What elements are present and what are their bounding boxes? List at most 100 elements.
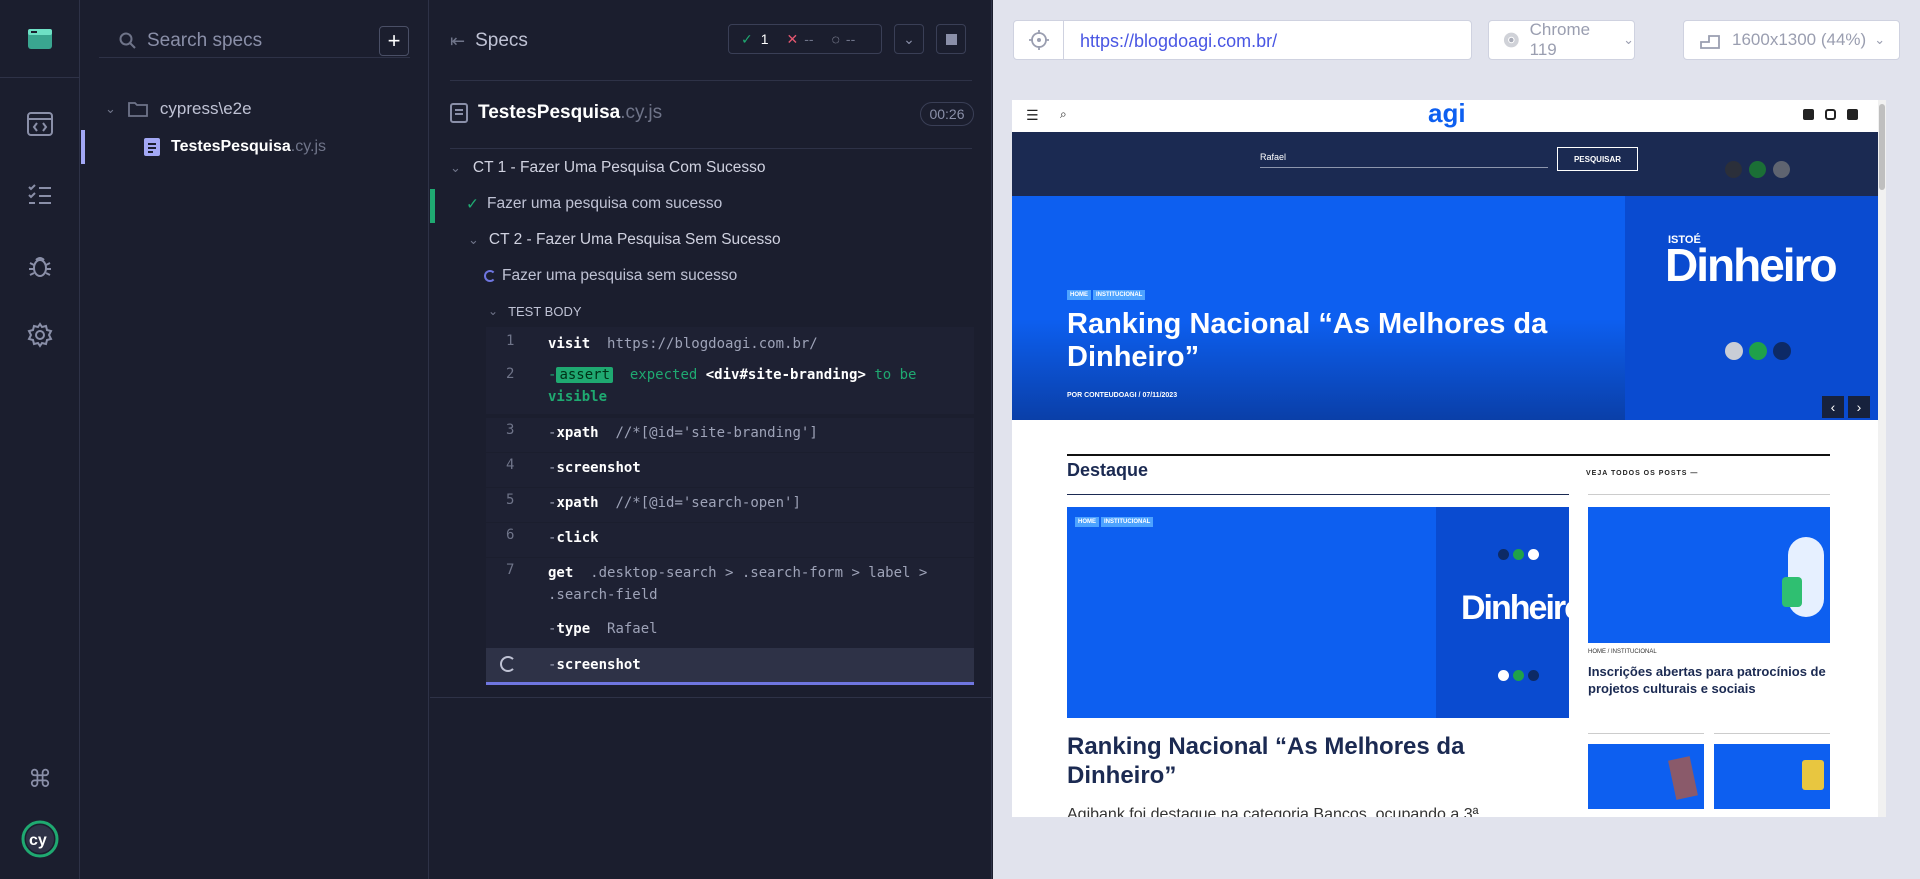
- card-tag[interactable]: HOME: [1075, 517, 1099, 527]
- command-arg: .desktop-search > .search-form > label >: [590, 565, 928, 581]
- command-name: screenshot: [556, 657, 641, 673]
- reporter-spec-title: TestesPesquisa.cy.js: [450, 102, 662, 124]
- scrollbar-thumb[interactable]: [1879, 104, 1885, 190]
- search-icon[interactable]: ⌕: [1060, 107, 1067, 122]
- prev-arrow-icon[interactable]: ‹: [1822, 396, 1844, 418]
- command-arg: https://blogdoagi.com.br/: [607, 336, 818, 352]
- site-search-input[interactable]: Rafael: [1260, 152, 1548, 168]
- command-arg: .search-field: [548, 587, 658, 603]
- site-header: ☰ ⌕ agi: [1012, 100, 1878, 132]
- command-arg: //*[@id='search-open']: [615, 495, 801, 511]
- command-row[interactable]: -type Rafael: [486, 614, 974, 648]
- test-body-label: TEST BODY: [508, 303, 582, 319]
- dot: [1725, 161, 1742, 178]
- loading-icon: [500, 656, 516, 672]
- main-nav: ⌘ cy: [0, 0, 80, 879]
- small-card-image[interactable]: [1714, 744, 1830, 809]
- search-bar: Rafael PESQUISAR: [1012, 132, 1878, 196]
- dot: [1513, 549, 1524, 560]
- search-input[interactable]: Search specs: [147, 30, 262, 52]
- command-row[interactable]: 7 get .desktop-search > .search-form > l…: [486, 558, 974, 614]
- illustration: [1802, 760, 1824, 790]
- command-row[interactable]: 3 -xpath //*[@id='site-branding']: [486, 418, 974, 452]
- suite-1[interactable]: ⌄ CT 1 - Fazer Uma Pesquisa Com Sucesso: [430, 153, 992, 183]
- aut-scrollbar[interactable]: [1878, 100, 1886, 817]
- site-search-button[interactable]: PESQUISAR: [1557, 147, 1638, 171]
- nav-settings-icon[interactable]: [0, 303, 80, 367]
- assert-badge: assert: [556, 367, 614, 383]
- passed-icon: ✓: [466, 195, 479, 213]
- illustration: [1668, 756, 1698, 800]
- dot: [1749, 342, 1767, 360]
- running-icon: [484, 270, 496, 282]
- test-1[interactable]: ✓ Fazer uma pesquisa com sucesso: [430, 189, 992, 223]
- folder-row[interactable]: ⌄ cypress\e2e: [105, 97, 252, 121]
- spec-search[interactable]: Search specs: [99, 22, 410, 58]
- command-name: visit: [548, 336, 591, 352]
- nav-debug-icon[interactable]: [0, 234, 80, 298]
- command-row-active[interactable]: -screenshot: [486, 648, 974, 685]
- cypress-logo[interactable]: cy: [0, 807, 80, 871]
- command-row[interactable]: 6 -click: [486, 523, 974, 557]
- facebook-icon[interactable]: [1803, 109, 1814, 120]
- illustration: [1782, 577, 1802, 607]
- hero-tag[interactable]: HOME: [1067, 290, 1091, 300]
- suite-1-title: CT 1 - Fazer Uma Pesquisa Com Sucesso: [472, 159, 766, 176]
- spec-file-name: TestesPesquisa.cy.js: [171, 138, 326, 156]
- instagram-icon[interactable]: [1825, 109, 1836, 120]
- hero-title[interactable]: Ranking Nacional “As Melhores da Dinheir…: [1067, 308, 1567, 374]
- featured-card-image[interactable]: Dinheiro HOME INSTITUCIONAL: [1067, 507, 1585, 718]
- url-text[interactable]: https://blogdoagi.com.br/: [1080, 31, 1277, 52]
- site-logo[interactable]: agi: [1428, 100, 1466, 129]
- side-card-image[interactable]: [1588, 507, 1830, 643]
- divider: [1067, 494, 1569, 495]
- suite-2[interactable]: ⌄ CT 2 - Fazer Uma Pesquisa Sem Sucesso: [430, 225, 992, 255]
- small-card-image[interactable]: [1588, 744, 1704, 809]
- auto-scroll-button[interactable]: ⌄: [894, 24, 924, 54]
- test-2[interactable]: Fazer uma pesquisa sem sucesso: [430, 261, 992, 291]
- reporter-header[interactable]: ⇤ Specs: [450, 24, 528, 58]
- test-body-toggle[interactable]: ⌄ TEST BODY: [430, 296, 992, 326]
- command-number: 7: [506, 562, 515, 578]
- side-card-title[interactable]: Inscrições abertas para patrocínios de p…: [1588, 663, 1828, 697]
- browser-selector[interactable]: Chrome 119 ⌄: [1488, 20, 1635, 60]
- command-row[interactable]: 4 -screenshot: [486, 453, 974, 487]
- card-brand-panel: Dinheiro: [1436, 507, 1585, 718]
- ruler-icon: [1700, 35, 1720, 49]
- collapse-icon: ⇤: [450, 30, 466, 51]
- dot: [1773, 342, 1791, 360]
- command-arg: <div#site-branding>: [705, 367, 866, 383]
- see-all-link[interactable]: VEJA TODOS OS POSTS —: [1586, 470, 1698, 477]
- divider: [1588, 494, 1830, 495]
- pending-count: --: [845, 31, 856, 47]
- card-tag[interactable]: INSTITUCIONAL: [1101, 517, 1154, 527]
- keyboard-shortcuts-icon[interactable]: ⌘: [0, 747, 80, 811]
- command-row[interactable]: 1 visit https://blogdoagi.com.br/: [486, 327, 974, 360]
- chevron-down-icon: ⌄: [450, 160, 461, 175]
- nav-specs-icon[interactable]: [0, 92, 80, 156]
- spec-name: TestesPesquisa: [478, 102, 621, 123]
- command-name: type: [556, 621, 591, 637]
- selector-playground-button[interactable]: [1014, 21, 1064, 59]
- add-spec-button[interactable]: +: [379, 26, 409, 56]
- hero-tag[interactable]: INSTITUCIONAL: [1093, 290, 1146, 300]
- command-arg: //*[@id='site-branding']: [615, 425, 818, 441]
- command-number: 4: [506, 457, 515, 473]
- dot: [1528, 549, 1539, 560]
- hero-banner[interactable]: ISTOÉ Dinheiro HOME INSTITUCIONAL Rankin…: [1012, 196, 1879, 420]
- nav-runs-icon[interactable]: [0, 163, 80, 227]
- command-row[interactable]: 5 -xpath //*[@id='search-open']: [486, 488, 974, 522]
- spec-file-item[interactable]: TestesPesquisa.cy.js: [81, 130, 429, 164]
- failed-count: --: [804, 31, 814, 47]
- viewport-selector[interactable]: 1600x1300 (44%) ⌄: [1683, 20, 1900, 60]
- next-arrow-icon[interactable]: ›: [1848, 396, 1870, 418]
- card-title[interactable]: Ranking Nacional “As Melhores da Dinheir…: [1067, 732, 1569, 790]
- linkedin-icon[interactable]: [1847, 109, 1858, 120]
- url-bar[interactable]: https://blogdoagi.com.br/: [1013, 20, 1472, 60]
- command-row[interactable]: 2 - assert expected <div#site-branding> t…: [486, 360, 974, 414]
- reporter-title: Specs: [475, 30, 528, 51]
- stop-button[interactable]: [936, 24, 966, 54]
- chrome-icon: [1503, 32, 1519, 48]
- menu-icon[interactable]: ☰: [1026, 107, 1039, 124]
- app-logo[interactable]: [0, 0, 80, 78]
